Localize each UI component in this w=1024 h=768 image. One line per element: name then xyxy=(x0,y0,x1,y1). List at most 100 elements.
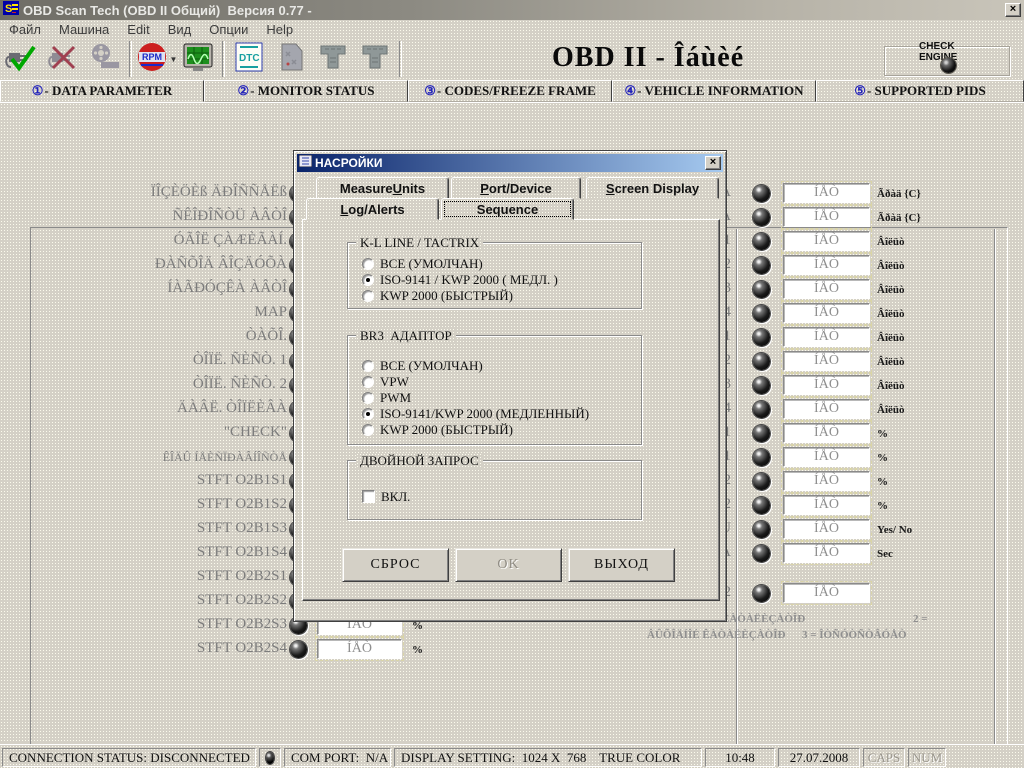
param-value-box: ÍÅÒ xyxy=(783,423,870,443)
status-led-icon xyxy=(753,305,770,322)
param-value-box: ÍÅÒ xyxy=(783,207,870,227)
connection-led-icon xyxy=(266,752,274,764)
radio-button[interactable] xyxy=(362,290,374,302)
display-setting-status: DISPLAY SETTING: 1024 X 768 TRUE COLOR xyxy=(394,748,702,767)
window-titlebar[interactable]: S OBD Scan Tech (OBD II Общий) Версия 0.… xyxy=(0,0,1024,20)
connector-2-button[interactable] xyxy=(354,39,396,79)
dialog-titlebar[interactable]: НАСРОЙКИ × xyxy=(297,154,723,172)
status-led-icon xyxy=(753,473,770,490)
status-led-icon xyxy=(753,257,770,274)
param-value-box: ÍÅÒ xyxy=(783,327,870,347)
param-unit: Âîëüò xyxy=(877,404,905,416)
caps-indicator: CAPS xyxy=(863,748,905,767)
menu-item-2[interactable]: Edit xyxy=(118,22,158,37)
menu-item-3[interactable]: Вид xyxy=(159,22,201,37)
radio-button[interactable] xyxy=(362,258,374,270)
dialog-close-icon[interactable]: × xyxy=(705,156,721,170)
param-value-box: ÍÅÒ xyxy=(783,375,870,395)
record-log-button[interactable] xyxy=(84,39,126,79)
menu-item-4[interactable]: Опции xyxy=(200,22,257,37)
option-row: KWP 2000 (БЫСТРЫЙ) xyxy=(362,422,513,437)
tab--supported-pids[interactable]: ⑤- SUPPORTED PIDS xyxy=(816,80,1024,102)
сброс-button[interactable]: СБРОС xyxy=(342,548,449,582)
option-row: ВКЛ. xyxy=(362,489,410,504)
checkbox[interactable] xyxy=(362,490,375,503)
option-row: KWP 2000 (БЫСТРЫЙ) xyxy=(362,288,513,303)
param-unit: Ãðàä {C} xyxy=(877,188,921,200)
dialog-title: НАСРОЙКИ xyxy=(315,156,382,170)
status-led-icon xyxy=(290,641,307,658)
param-unit: % xyxy=(877,428,888,440)
check-engine-lamp-icon xyxy=(941,58,956,73)
param-value-box: ÍÅÒ xyxy=(783,255,870,275)
dtc-codes-button[interactable]: DTC xyxy=(228,39,270,79)
param-value-box: ÍÅÒ xyxy=(783,303,870,323)
radio-button[interactable] xyxy=(362,392,374,404)
br3-adapter-group: BR3 АДАПТОР ВСЕ (УМОЛЧАН)VPWPWMISO-9141/… xyxy=(347,335,642,445)
param-unit: Yes/ No xyxy=(877,524,912,536)
kl-line-group: K-L LINE / TACTRIX ВСЕ (УМОЛЧАН)ISO-9141… xyxy=(347,242,642,309)
window-close-icon[interactable]: × xyxy=(1005,3,1021,17)
dialog-tab-log-alerts[interactable]: Log/Alerts xyxy=(306,198,439,220)
radio-button[interactable] xyxy=(362,424,374,436)
dialog-tab-screen-display[interactable]: Screen Display xyxy=(586,177,719,199)
film-reel-icon xyxy=(88,40,122,79)
tab-number: ⑤ xyxy=(854,83,866,99)
status-led-icon xyxy=(753,353,770,370)
radio-button[interactable] xyxy=(362,376,374,388)
param-label: STFT O2B2S3 xyxy=(0,616,287,633)
status-led-icon xyxy=(753,329,770,346)
menu-item-1[interactable]: Машина xyxy=(50,22,118,37)
option-label: KWP 2000 (БЫСТРЫЙ) xyxy=(380,422,513,438)
legend-line2: ÂÛÕÎÄÍÎÉ ÊÀÒÀËÈÇÀÒÎÐ 3 = ÎÒÑÓÒÑÒÂÓÅÒ xyxy=(647,629,907,641)
status-led-icon xyxy=(753,425,770,442)
dialog-tab-sequence[interactable]: Sequence xyxy=(441,198,574,220)
tab-number: ④ xyxy=(624,83,636,99)
tab-number: ② xyxy=(238,83,250,99)
main-tab-bar: ①- DATA PARAMETER②- MONITOR STATUS③- COD… xyxy=(0,80,1024,102)
tab--codes-freeze-frame[interactable]: ③- CODES/FREEZE FRAME xyxy=(408,80,612,102)
menu-item-0[interactable]: Файл xyxy=(0,22,50,37)
param-unit: Âîëüò xyxy=(877,284,905,296)
status-led-icon xyxy=(753,585,770,602)
rpm-gauge-button[interactable]: RPM ▼ xyxy=(135,39,177,79)
выход-button[interactable]: ВЫХОД xyxy=(568,548,675,582)
group-title: ДВОЙНОЙ ЗАПРОС xyxy=(356,453,483,469)
oscilloscope-button[interactable] xyxy=(177,39,219,79)
dialog-tab-measure-units[interactable]: Measure Units xyxy=(316,177,449,199)
param-value-box: ÍÅÒ xyxy=(783,279,870,299)
status-led-icon xyxy=(753,401,770,418)
date: 27.07.2008 xyxy=(778,748,860,767)
tab-number: ① xyxy=(32,83,44,99)
tab-label: - MONITOR STATUS xyxy=(250,83,374,99)
radio-button[interactable] xyxy=(362,360,374,372)
tab-label: - SUPPORTED PIDS xyxy=(867,83,986,99)
tab-label: - CODES/FREEZE FRAME xyxy=(437,83,596,99)
dialog-tab-port-device[interactable]: Port/Device xyxy=(451,177,581,199)
sequence-tab-page: K-L LINE / TACTRIX ВСЕ (УМОЛЧАН)ISO-9141… xyxy=(302,219,720,601)
com-port-status: COM PORT: N/A xyxy=(284,748,391,767)
settings-dialog: НАСРОЙКИ × K-L LINE / TACTRIX ВСЕ (УМОЛЧ… xyxy=(293,150,727,622)
chip-page-icon xyxy=(274,40,308,79)
menu-item-5[interactable]: Help xyxy=(257,22,302,37)
clock: 10:48 xyxy=(705,748,775,767)
dialog-icon xyxy=(299,154,312,172)
tab--monitor-status[interactable]: ②- MONITOR STATUS xyxy=(204,80,408,102)
tab--vehicle-information[interactable]: ④- VEHICLE INFORMATION xyxy=(612,80,816,102)
tab--data-parameter[interactable]: ①- DATA PARAMETER xyxy=(0,80,204,102)
connect-button[interactable] xyxy=(0,39,42,79)
page-title: OBD II - Îáùèé xyxy=(552,42,852,74)
toolbar: RPM ▼ DTC xyxy=(0,38,1024,80)
param-value-box: ÍÅÒ xyxy=(783,519,870,539)
param-unit: Sec xyxy=(877,548,893,560)
freeze-frame-button[interactable] xyxy=(270,39,312,79)
menu-bar: ФайлМашинаEditВидОпцииHelp xyxy=(0,20,1024,38)
radio-button[interactable] xyxy=(362,274,374,286)
connector-1-button[interactable] xyxy=(312,39,354,79)
plug-connect-icon xyxy=(4,40,38,79)
disconnect-button[interactable] xyxy=(42,39,84,79)
radio-button[interactable] xyxy=(362,408,374,420)
status-led-icon xyxy=(753,281,770,298)
option-row: ВСЕ (УМОЛЧАН) xyxy=(362,358,483,373)
connection-status: CONNECTION STATUS: DISCONNECTED xyxy=(2,748,256,767)
